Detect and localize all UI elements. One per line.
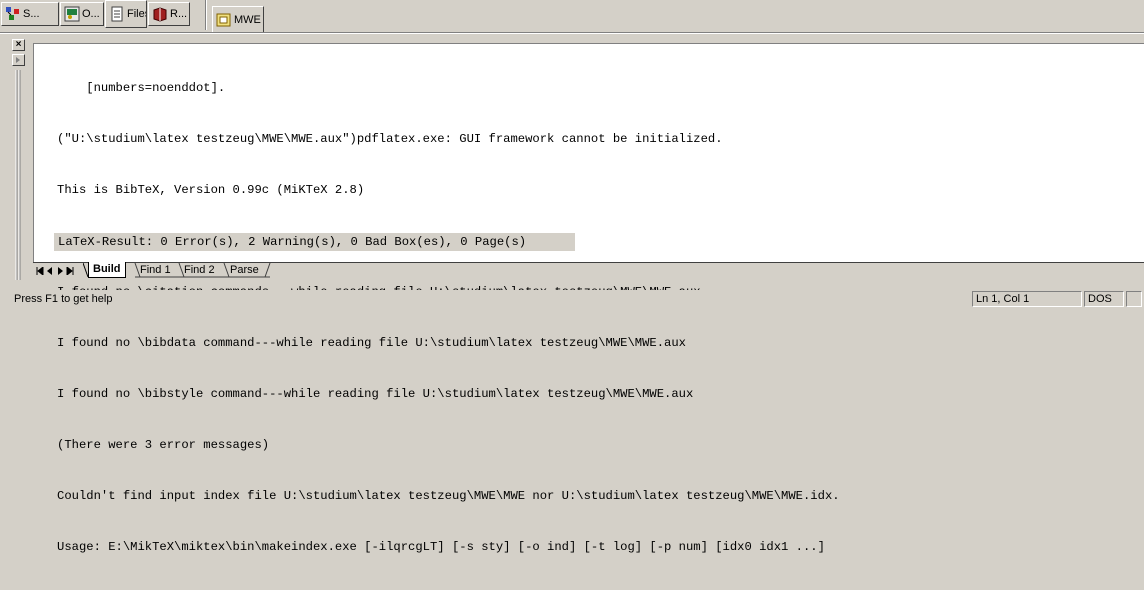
panel-gripper: × — [9, 36, 31, 286]
last-arrow-icon — [66, 266, 74, 275]
output-tab-bar: Build Find 1 Find 2 Parse — [33, 262, 1144, 279]
classes-icon — [5, 6, 21, 22]
first-arrow-icon — [36, 266, 44, 275]
strip-separator — [205, 0, 207, 30]
outline-icon — [64, 6, 80, 22]
prev-arrow-icon — [47, 266, 52, 275]
status-help-text: Press F1 to get help — [14, 293, 113, 305]
tab-outlines — [83, 263, 271, 278]
next-tab-button[interactable] — [56, 265, 64, 276]
log-line: I found no \bibstyle command---while rea… — [57, 387, 694, 401]
prev-tab-button[interactable] — [46, 265, 54, 276]
log-line: This is BibTeX, Version 0.99c (MiKTeX 2.… — [57, 183, 365, 197]
close-icon: × — [15, 39, 22, 50]
strip-divider — [0, 32, 1144, 34]
log-line: (There were 3 error messages) — [57, 438, 270, 452]
tab-label: R... — [170, 8, 188, 20]
latex-result-line[interactable]: LaTeX-Result: 0 Error(s), 2 Warning(s), … — [54, 233, 575, 251]
grip-bar[interactable] — [14, 70, 22, 280]
last-tab-button[interactable] — [66, 265, 74, 276]
line-ending-mode: DOS — [1084, 291, 1124, 307]
sidebar-tab-strip: S... O... Files R... MWE — [0, 0, 1144, 36]
next-arrow-icon — [58, 266, 63, 275]
references-icon — [152, 6, 168, 22]
tab-label: S... — [23, 8, 40, 20]
tab-document-mwe[interactable]: MWE — [212, 6, 264, 32]
cursor-position-text: Ln 1, Col 1 — [976, 293, 1030, 305]
tab-structure[interactable]: S... — [1, 2, 59, 26]
files-icon — [109, 6, 125, 22]
log-line: I found no \bibdata command---while read… — [57, 336, 686, 350]
output-panel[interactable]: [numbers=noenddot]. ("U:\studium\latex t… — [33, 43, 1144, 554]
tab-references[interactable]: R... — [148, 2, 190, 26]
pin-panel-button[interactable] — [12, 54, 25, 66]
build-log: [numbers=noenddot]. ("U:\studium\latex t… — [57, 46, 840, 590]
close-panel-button[interactable]: × — [12, 39, 25, 51]
line-ending-text: DOS — [1088, 293, 1112, 305]
tab-label: MWE — [234, 13, 261, 26]
cursor-position: Ln 1, Col 1 — [972, 291, 1082, 307]
log-line: [numbers=noenddot]. — [57, 81, 226, 95]
document-icon — [216, 12, 232, 28]
log-line: Usage: E:\MikTeX\miktex\bin\makeindex.ex… — [57, 540, 825, 554]
tab-objects[interactable]: O... — [60, 2, 104, 26]
first-tab-button[interactable] — [36, 265, 44, 276]
log-line: Couldn't find input index file U:\studiu… — [57, 489, 840, 503]
log-line: ("U:\studium\latex testzeug\MWE\MWE.aux"… — [57, 132, 723, 146]
status-pane-extra — [1126, 291, 1142, 307]
tab-files[interactable]: Files — [105, 0, 147, 28]
tab-label: O... — [82, 8, 100, 20]
tab-label: Files — [127, 8, 146, 20]
status-bar: Press F1 to get help Ln 1, Col 1 DOS — [0, 290, 1144, 308]
pin-icon — [16, 57, 20, 63]
